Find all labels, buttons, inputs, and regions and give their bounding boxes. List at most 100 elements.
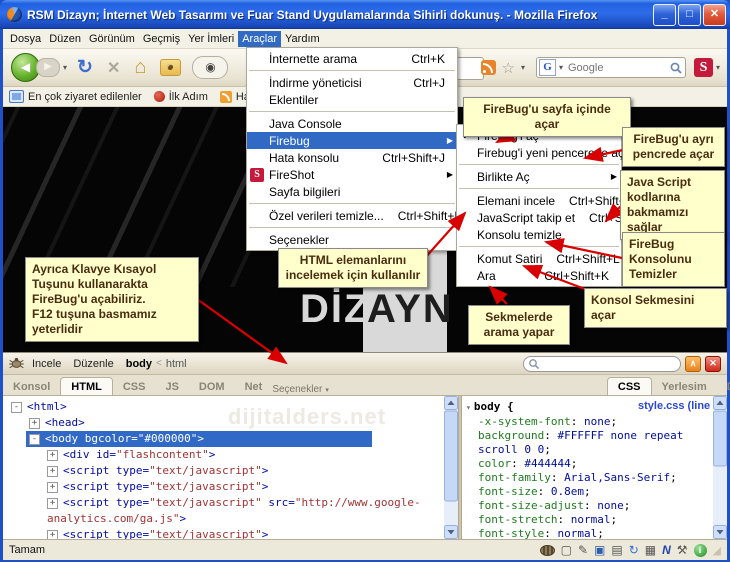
tree-node[interactable]: + <script type="text/javascript"> — [3, 527, 458, 539]
css-property[interactable]: color: #444444; — [462, 457, 727, 471]
tab-dom[interactable]: DOM — [189, 378, 235, 395]
info-icon[interactable]: i — [693, 543, 707, 557]
menubar-item-d-zen[interactable]: Düzen — [45, 31, 85, 47]
bookmark-first-step[interactable]: İlk Adım — [153, 91, 208, 103]
print-icon[interactable]: ▤ — [611, 543, 622, 557]
address-bar-fragment[interactable] — [456, 57, 484, 80]
tab-css[interactable]: CSS — [113, 378, 156, 395]
menubar-item-g-r-n-m[interactable]: Görünüm — [85, 31, 139, 47]
menu-item-fireshot[interactable]: S FireShot ▶ — [247, 166, 457, 183]
home-button[interactable]: ⌂ — [134, 56, 146, 79]
bookmark-star-icon[interactable]: ☆ — [502, 59, 515, 77]
expand-icon[interactable]: + — [47, 498, 58, 509]
rule-twisty-icon[interactable]: ▾ — [466, 403, 471, 412]
save-icon[interactable]: ▣ — [594, 543, 605, 557]
edit-button[interactable]: Düzenle — [73, 358, 113, 370]
menu-item-i-ndirme-y-neticisi[interactable]: İndirme yöneticisi Ctrl+J — [247, 74, 457, 91]
firebug-close-button[interactable]: ✕ — [705, 355, 721, 372]
expand-icon[interactable]: + — [47, 530, 58, 539]
css-rule-header[interactable]: style.css (line 2) ▾ body { — [462, 400, 727, 415]
tab-net[interactable]: Net — [235, 378, 273, 395]
menu-item-elemani-incele[interactable]: Elemani incele Ctrl+Shift+C — [457, 192, 634, 209]
search-magnifier-icon[interactable] — [669, 61, 683, 75]
history-dropdown-icon[interactable]: ▾ — [63, 63, 67, 72]
left-options-menu[interactable]: Seçenekler ▾ — [272, 384, 337, 395]
menu-item-javascript-takip-et[interactable]: JavaScript takip etCtrl+Shift+P — [457, 209, 654, 226]
menu-item-firebug[interactable]: Firebug ▶ — [247, 132, 457, 149]
minimize-button[interactable]: _ — [653, 3, 676, 26]
resize-grip[interactable]: ◢ — [713, 544, 721, 557]
firebug-minimize-button[interactable]: ∧ — [685, 355, 701, 372]
menu-item-se-enekler[interactable]: Seçenekler — [247, 231, 457, 248]
tab-konsol[interactable]: Konsol — [3, 378, 60, 395]
expand-icon[interactable]: + — [47, 466, 58, 477]
addon-button[interactable]: ◉ — [192, 56, 229, 79]
expand-icon[interactable]: + — [29, 418, 40, 429]
firebug-bug-icon[interactable] — [9, 357, 24, 370]
reload-button[interactable]: ↻ — [77, 56, 93, 79]
tree-node[interactable]: + <head> — [3, 415, 458, 431]
css-source-link[interactable]: style.css (line 2) — [638, 400, 723, 412]
bookmark-most-visited[interactable]: En çok ziyaret edilenler — [9, 90, 142, 103]
tree-node[interactable]: + <script type="text/javascript"> — [3, 479, 458, 495]
netexport-icon[interactable]: N — [662, 543, 671, 557]
forward-button[interactable]: ▶ — [36, 58, 60, 77]
expand-icon[interactable]: + — [47, 450, 58, 461]
tab-css[interactable]: CSS — [606, 377, 652, 395]
refresh-icon[interactable]: ↻ — [629, 543, 639, 557]
web-search-box[interactable]: G ▾ — [535, 57, 686, 78]
menubar-item-dosya[interactable]: Dosya — [6, 31, 45, 47]
collapse-icon[interactable]: - — [11, 402, 22, 413]
menubar-item-yer-i-mleri[interactable]: Yer İmleri — [184, 31, 238, 47]
tab-yerlesim[interactable]: Yerlesim — [652, 378, 717, 395]
menu-item-i-nternette-arama[interactable]: İnternette arama Ctrl+K — [247, 50, 457, 67]
breadcrumb-parent[interactable]: html — [166, 358, 187, 370]
firebug-search-box[interactable] — [523, 355, 681, 372]
search-input[interactable] — [566, 60, 669, 75]
title-bar[interactable]: RSM Dizayn; İnternet Web Tasarımı ve Fua… — [0, 0, 730, 29]
notes-icon[interactable]: ▦ — [645, 543, 656, 557]
expand-icon[interactable]: + — [47, 482, 58, 493]
inspect-button[interactable]: Incele — [32, 358, 61, 370]
new-document-icon[interactable]: ▢ — [561, 543, 572, 557]
menubar-item-ge-mi-[interactable]: Geçmiş — [139, 31, 184, 47]
tree-node[interactable]: - <body bgcolor="#000000"> — [3, 431, 458, 447]
tree-node[interactable]: + <div id="flashcontent"> — [3, 447, 458, 463]
menubar-item-ara-lar[interactable]: Araçlar — [238, 30, 282, 47]
menu-item-eklentiler[interactable]: Eklentiler — [247, 91, 457, 108]
html-panel-scrollbar[interactable] — [444, 396, 458, 539]
fireshot-dropdown-icon[interactable]: ▾ — [716, 63, 720, 72]
menu-item-konsolu-temizle[interactable]: Konsolu temizle — [457, 226, 621, 243]
stop-button[interactable]: ✕ — [107, 58, 120, 78]
close-button[interactable]: ✕ — [703, 3, 726, 26]
css-property[interactable]: font-family: Arial,Sans-Serif; — [462, 471, 727, 485]
menu-item--zel-verileri-temizle-[interactable]: Özel verileri temizle... Ctrl+Shift+Del — [247, 207, 472, 224]
menu-item-sayfa-bilgileri[interactable]: Sayfa bilgileri — [247, 183, 457, 200]
firebug-search-input[interactable] — [540, 357, 676, 370]
css-property[interactable]: -x-system-font: none; — [462, 415, 727, 429]
menu-item-birlikte-a-[interactable]: Birlikte Aç ▶ — [457, 168, 621, 185]
tree-node[interactable]: + <script type="text/javascript" src="htt… — [3, 495, 458, 527]
css-property[interactable]: font-size-adjust: none; — [462, 499, 727, 513]
tools-icon[interactable]: ⚒ — [677, 543, 688, 557]
menu-item-komut-satiri[interactable]: Komut Satiri Ctrl+Shift+L — [457, 250, 621, 267]
menu-item-hata-konsolu[interactable]: Hata konsolu Ctrl+Shift+J — [247, 149, 457, 166]
google-engine-icon[interactable]: G — [538, 59, 556, 76]
tree-node[interactable]: + <script type="text/javascript"> — [3, 463, 458, 479]
bookmark-dropdown-icon[interactable]: ▾ — [521, 63, 525, 72]
css-property[interactable]: font-style: normal; — [462, 527, 727, 539]
fireshot-toolbar-icon[interactable]: S — [693, 58, 713, 77]
edit-pencil-icon[interactable]: ✎ — [578, 543, 588, 557]
menu-item-firebug-i-yeni-pencerede-a-[interactable]: Firebug'i yeni pencerede aç — [457, 144, 624, 161]
firebug-bug-icon[interactable] — [539, 544, 555, 556]
css-panel-scrollbar[interactable] — [713, 396, 727, 539]
screenshot-icon[interactable] — [160, 59, 182, 76]
rss-feed-icon[interactable] — [480, 60, 496, 75]
menu-item-java-console[interactable]: Java Console — [247, 115, 457, 132]
menubar-item-yard-m[interactable]: Yardım — [281, 31, 324, 47]
tab-dom[interactable]: DOM — [717, 378, 730, 395]
css-property[interactable]: font-stretch: normal; — [462, 513, 727, 527]
menu-item-ara[interactable]: Ara Ctrl+Shift+K — [457, 267, 621, 284]
tree-node[interactable]: - <html> — [3, 399, 458, 415]
tab-js[interactable]: JS — [155, 378, 188, 395]
